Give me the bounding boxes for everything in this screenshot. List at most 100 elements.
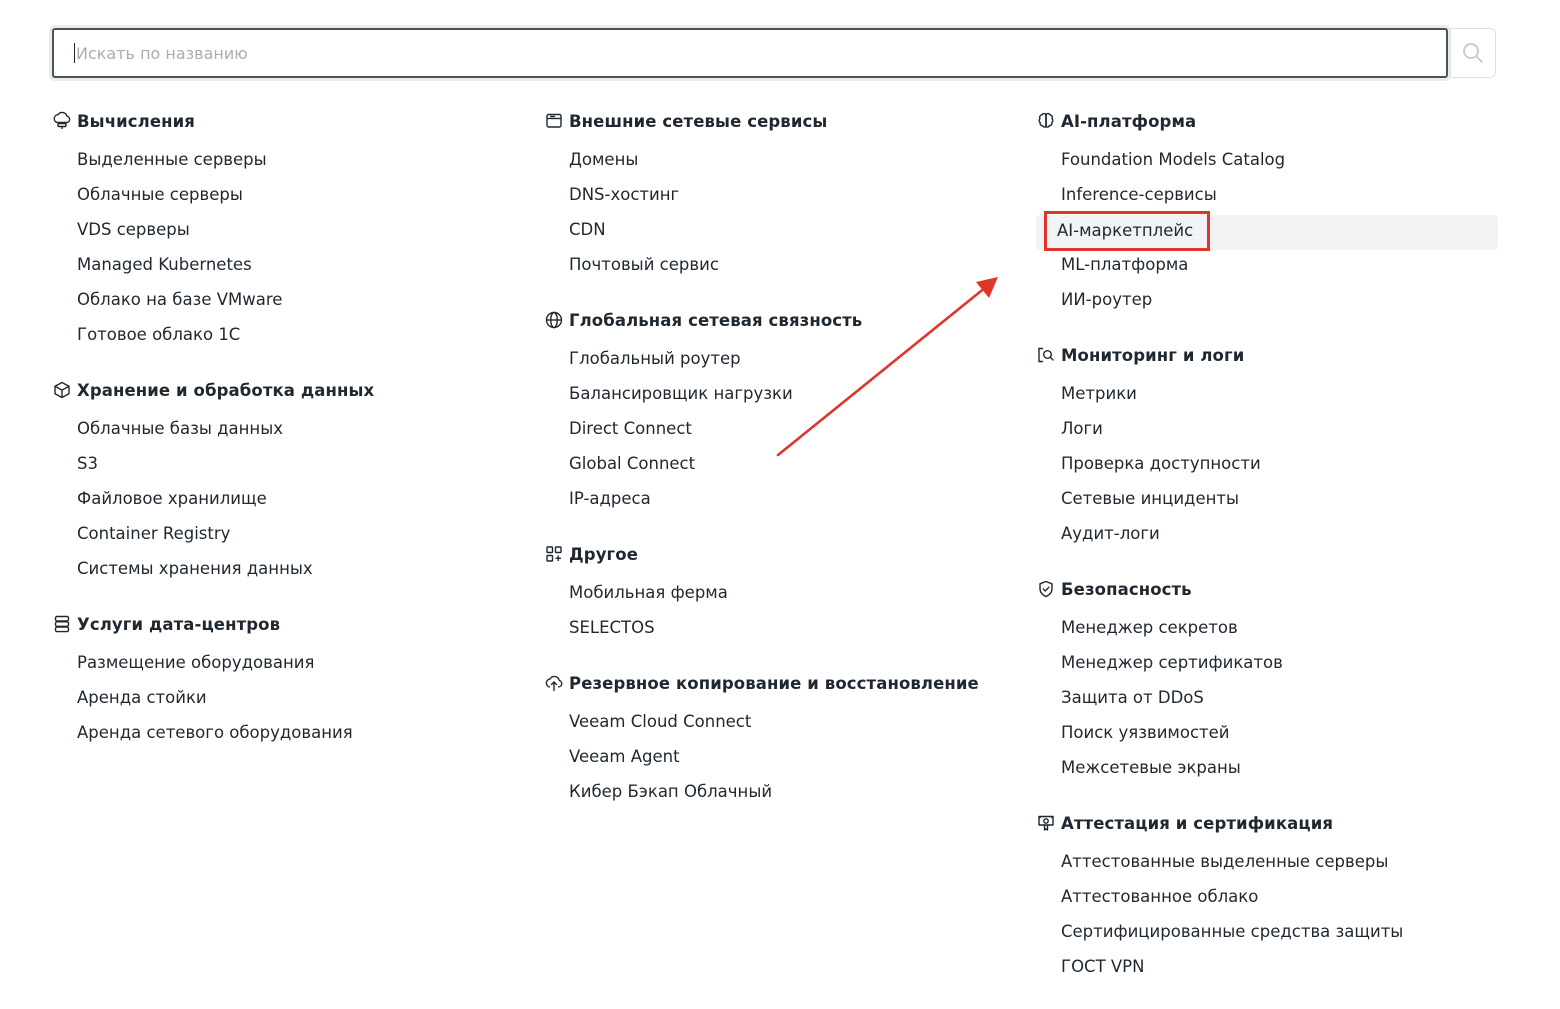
- menu-item-network-equipment-rental[interactable]: Аренда сетевого оборудования: [52, 718, 522, 753]
- section-header: Мониторинг и логи: [1036, 342, 1498, 368]
- menu-item-vmware-cloud[interactable]: Облако на базе VMware: [52, 285, 522, 320]
- monitor-search-icon: [1036, 345, 1056, 365]
- menu-item-cyber-backup-cloud[interactable]: Кибер Бэкап Облачный: [544, 777, 1014, 812]
- menu-item-firewalls[interactable]: Межсетевые экраны: [1036, 753, 1498, 788]
- section-list: Глобальный роутер Балансировщик нагрузки…: [544, 344, 1014, 519]
- menu-column-1: Вычисления Выделенные серверы Облачные с…: [52, 108, 522, 775]
- highlight-box: AI-маркетплейс: [1043, 211, 1211, 251]
- menu-item-managed-kubernetes[interactable]: Managed Kubernetes: [52, 250, 522, 285]
- menu-item-direct-connect[interactable]: Direct Connect: [544, 414, 1014, 449]
- section-list: Foundation Models Catalog Inference-серв…: [1036, 145, 1498, 320]
- menu-item-storage-systems[interactable]: Системы хранения данных: [52, 554, 522, 589]
- shield-check-icon: [1036, 579, 1056, 599]
- menu-item-network-incidents[interactable]: Сетевые инциденты: [1036, 484, 1498, 519]
- menu-item-mail-service[interactable]: Почтовый сервис: [544, 250, 1014, 285]
- menu-item-load-balancer[interactable]: Балансировщик нагрузки: [544, 379, 1014, 414]
- menu-item-selectos[interactable]: SELECTOS: [544, 613, 1014, 648]
- database-icon: [52, 614, 72, 634]
- menu-item-cdn[interactable]: CDN: [544, 215, 1014, 250]
- menu-item-container-registry[interactable]: Container Registry: [52, 519, 522, 554]
- server-icon: [52, 111, 72, 131]
- section-title: Вычисления: [77, 111, 195, 131]
- menu-item-cloud-databases[interactable]: Облачные базы данных: [52, 414, 522, 449]
- section-header: Хранение и обработка данных: [52, 377, 522, 403]
- section-list: Метрики Логи Проверка доступности Сетевы…: [1036, 379, 1498, 554]
- menu-item-cloud-servers[interactable]: Облачные серверы: [52, 180, 522, 215]
- section-title: Услуги дата-центров: [77, 614, 281, 634]
- menu-item-inference-services[interactable]: Inference-сервисы: [1036, 180, 1498, 215]
- window-icon: [544, 111, 564, 131]
- section-header: AI-платформа: [1036, 108, 1498, 134]
- section-title: Аттестация и сертификация: [1061, 813, 1334, 833]
- section-header: Вычисления: [52, 108, 522, 134]
- section-title: Другое: [569, 544, 639, 564]
- section-title: Резервное копирование и восстановление: [569, 673, 979, 693]
- certificate-icon: [1036, 813, 1056, 833]
- section-title: Глобальная сетевая связность: [569, 310, 863, 330]
- section-ai-platform: AI-платформа Foundation Models Catalog I…: [1036, 108, 1498, 320]
- section-list: Выделенные серверы Облачные серверы VDS …: [52, 145, 522, 355]
- menu-item-vds-servers[interactable]: VDS серверы: [52, 215, 522, 250]
- section-backup: Резервное копирование и восстановление V…: [544, 670, 1014, 812]
- section-title: Безопасность: [1061, 579, 1192, 599]
- section-header: Аттестация и сертификация: [1036, 810, 1498, 836]
- cloud-upload-icon: [544, 673, 564, 693]
- search-bar: [52, 28, 1496, 78]
- menu-item-ai-marketplace[interactable]: AI-маркетплейс: [1036, 211, 1498, 251]
- section-external-network: Внешние сетевые сервисы Домены DNS-хости…: [544, 108, 1014, 285]
- section-list: Размещение оборудования Аренда стойки Ар…: [52, 648, 522, 753]
- menu-item-logs[interactable]: Логи: [1036, 414, 1498, 449]
- section-storage: Хранение и обработка данных Облачные баз…: [52, 377, 522, 589]
- menu-item-certified-security-tools[interactable]: Сертифицированные средства защиты: [1036, 917, 1498, 952]
- menu-item-ip-addresses[interactable]: IP-адреса: [544, 484, 1014, 519]
- section-monitoring: Мониторинг и логи Метрики Логи Проверка …: [1036, 342, 1498, 554]
- menu-item-ai-router[interactable]: ИИ-роутер: [1036, 285, 1498, 320]
- brain-icon: [1036, 111, 1056, 131]
- menu-column-3: AI-платформа Foundation Models Catalog I…: [1036, 108, 1498, 1009]
- menu-item-certificate-manager[interactable]: Менеджер сертификатов: [1036, 648, 1498, 683]
- section-title: AI-платформа: [1061, 111, 1197, 131]
- menu-item-certified-cloud[interactable]: Аттестованное облако: [1036, 882, 1498, 917]
- menu-item-veeam-cloud-connect[interactable]: Veeam Cloud Connect: [544, 707, 1014, 742]
- menu-item-colocation[interactable]: Размещение оборудования: [52, 648, 522, 683]
- section-header: Услуги дата-центров: [52, 611, 522, 637]
- menu-item-gost-vpn[interactable]: ГОСТ VPN: [1036, 952, 1498, 987]
- section-list: Менеджер секретов Менеджер сертификатов …: [1036, 613, 1498, 788]
- grid-plus-icon: [544, 544, 564, 564]
- menu-item-veeam-agent[interactable]: Veeam Agent: [544, 742, 1014, 777]
- menu-item-domains[interactable]: Домены: [544, 145, 1014, 180]
- menu-item-vulnerability-scan[interactable]: Поиск уязвимостей: [1036, 718, 1498, 753]
- menu-item-s3[interactable]: S3: [52, 449, 522, 484]
- menu-item-certified-dedicated-servers[interactable]: Аттестованные выделенные серверы: [1036, 847, 1498, 882]
- menu-column-2: Внешние сетевые сервисы Домены DNS-хости…: [544, 108, 1014, 834]
- menu-item-file-storage[interactable]: Файловое хранилище: [52, 484, 522, 519]
- menu-item-1c-cloud[interactable]: Готовое облако 1С: [52, 320, 522, 355]
- search-input[interactable]: [52, 28, 1448, 78]
- menu-item-ml-platform[interactable]: ML-платформа: [1036, 250, 1498, 285]
- menu-item-mobile-farm[interactable]: Мобильная ферма: [544, 578, 1014, 613]
- menu-item-global-connect[interactable]: Global Connect: [544, 449, 1014, 484]
- menu-item-foundation-models[interactable]: Foundation Models Catalog: [1036, 145, 1498, 180]
- search-button[interactable]: [1450, 28, 1496, 78]
- section-compute: Вычисления Выделенные серверы Облачные с…: [52, 108, 522, 355]
- menu-item-dns-hosting[interactable]: DNS-хостинг: [544, 180, 1014, 215]
- section-header: Резервное копирование и восстановление: [544, 670, 1014, 696]
- menu-item-global-router[interactable]: Глобальный роутер: [544, 344, 1014, 379]
- section-certification: Аттестация и сертификация Аттестованные …: [1036, 810, 1498, 987]
- menu-item-rack-rental[interactable]: Аренда стойки: [52, 683, 522, 718]
- cube-icon: [52, 380, 72, 400]
- text-caret: [74, 43, 75, 63]
- section-title: Мониторинг и логи: [1061, 345, 1245, 365]
- section-header: Другое: [544, 541, 1014, 567]
- menu-item-secrets-manager[interactable]: Менеджер секретов: [1036, 613, 1498, 648]
- menu-item-audit-logs[interactable]: Аудит-логи: [1036, 519, 1498, 554]
- menu-item-ddos-protection[interactable]: Защита от DDoS: [1036, 683, 1498, 718]
- menu-item-metrics[interactable]: Метрики: [1036, 379, 1498, 414]
- menu-item-dedicated-servers[interactable]: Выделенные серверы: [52, 145, 522, 180]
- section-list: Облачные базы данных S3 Файловое хранили…: [52, 414, 522, 589]
- section-header: Глобальная сетевая связность: [544, 307, 1014, 333]
- menu-item-availability-check[interactable]: Проверка доступности: [1036, 449, 1498, 484]
- section-security: Безопасность Менеджер секретов Менеджер …: [1036, 576, 1498, 788]
- section-header: Внешние сетевые сервисы: [544, 108, 1014, 134]
- section-global-network: Глобальная сетевая связность Глобальный …: [544, 307, 1014, 519]
